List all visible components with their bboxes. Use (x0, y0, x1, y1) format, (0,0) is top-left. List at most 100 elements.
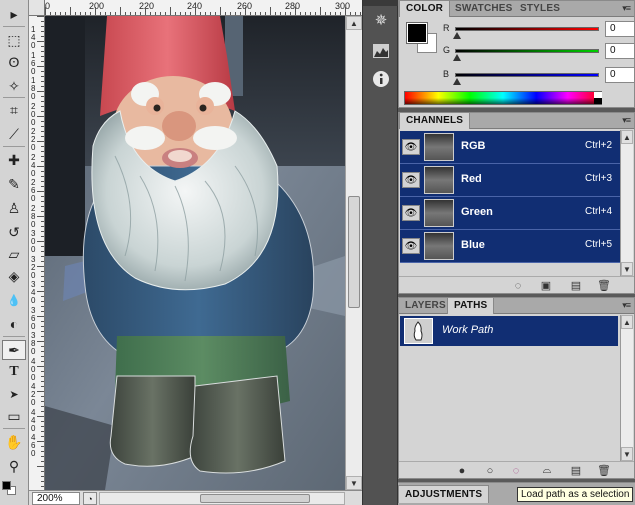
tab-styles[interactable]: STYLES (514, 1, 566, 17)
ruler-tick (65, 12, 66, 15)
blue-value-field[interactable]: 0 (605, 67, 635, 83)
load-path-as-selection-icon[interactable]: ◌ (509, 464, 523, 477)
ruler-tick (37, 141, 44, 142)
scroll-down-arrow-icon[interactable]: ▼ (621, 447, 633, 461)
tab-channels[interactable]: CHANNELS (399, 113, 471, 129)
scroll-up-arrow-icon[interactable]: ▲ (346, 16, 362, 30)
panel-menu-icon[interactable]: ▾≡ (622, 3, 631, 14)
scroll-down-arrow-icon[interactable]: ▼ (346, 476, 362, 490)
vertical-scroll-thumb[interactable] (348, 196, 360, 308)
path-row-work-path[interactable]: Work Path (400, 316, 618, 346)
ruler-tick (37, 466, 44, 467)
pen-tool[interactable]: ✒ (2, 340, 26, 360)
red-value-field[interactable]: 0 (605, 21, 635, 37)
scroll-down-arrow-icon[interactable]: ▼ (621, 262, 633, 276)
stroke-path-icon[interactable]: ○ (483, 464, 497, 477)
vertical-ruler[interactable]: 1401601802002202402602803003203403603804… (29, 16, 45, 490)
brush-tool[interactable]: ✎ (2, 174, 26, 194)
tab-color[interactable]: COLOR (399, 1, 451, 17)
channel-row-red[interactable]: 👁 Red Ctrl+3 (400, 164, 620, 197)
navigator-icon[interactable]: ✵ (370, 9, 392, 31)
ruler-tick (41, 146, 44, 147)
shape-tool[interactable]: ▭ (2, 406, 26, 426)
marquee-tool[interactable]: ⬚ (2, 30, 26, 50)
new-channel-icon[interactable]: ▤ (569, 279, 583, 292)
color-spectrum-ramp[interactable] (404, 91, 602, 105)
ruler-origin[interactable] (29, 0, 45, 16)
ruler-tick (41, 261, 44, 262)
blue-knob-icon[interactable] (453, 78, 461, 85)
paths-scrollbar[interactable]: ▲ ▼ (620, 315, 633, 461)
save-selection-channel-icon[interactable]: ▣ (539, 279, 553, 292)
scroll-up-arrow-icon[interactable]: ▲ (621, 130, 633, 144)
load-channel-selection-icon[interactable]: ◌ (511, 279, 525, 292)
new-path-icon[interactable]: ▤ (569, 464, 583, 477)
black-white-picker[interactable] (594, 92, 602, 104)
delete-channel-icon[interactable]: 🗑 (597, 279, 611, 292)
crop-tool[interactable]: ⌗ (2, 100, 26, 120)
horizontal-ruler[interactable]: 0200220240260280300320340 (45, 0, 362, 16)
make-work-path-icon[interactable]: ⌓ (537, 464, 557, 477)
ruler-tick (235, 12, 236, 15)
blue-slider[interactable]: B 0 (443, 67, 635, 89)
vertical-scrollbar[interactable]: ▲ ▼ (345, 16, 362, 490)
eyedropper-tool[interactable]: ⟋ (2, 124, 26, 144)
paint-bucket-tool[interactable]: ◈ (2, 266, 26, 286)
ruler-tick (41, 296, 44, 297)
delete-path-icon[interactable]: 🗑 (597, 464, 611, 477)
channel-row-blue[interactable]: 👁 Blue Ctrl+5 (400, 230, 620, 263)
tab-swatches[interactable]: SWATCHES (449, 1, 519, 17)
channels-scrollbar[interactable]: ▲ ▼ (620, 130, 633, 276)
ruler-label: 0 (31, 296, 36, 305)
horizontal-scroll-thumb[interactable] (200, 494, 310, 503)
blue-track[interactable] (455, 73, 599, 77)
zoom-level-field[interactable]: 200% (32, 492, 80, 505)
ruler-tick (90, 12, 91, 15)
red-track[interactable] (455, 27, 599, 31)
status-menu-icon[interactable]: ◔ (83, 492, 97, 505)
green-track[interactable] (455, 49, 599, 53)
green-value-field[interactable]: 0 (605, 43, 635, 59)
scroll-up-arrow-icon[interactable]: ▲ (621, 315, 633, 329)
red-knob-icon[interactable] (453, 32, 461, 39)
green-slider[interactable]: G 0 (443, 43, 635, 65)
horizontal-scrollbar[interactable] (99, 492, 345, 505)
panel-menu-icon[interactable]: ▾≡ (622, 115, 631, 126)
path-selection-tool[interactable]: ➤ (2, 384, 26, 404)
eye-icon[interactable]: 👁 (402, 139, 420, 155)
clone-stamp-tool[interactable]: ♙ (2, 198, 26, 218)
magic-wand-tool[interactable]: ✧ (2, 76, 26, 96)
zoom-tool[interactable]: ⚲ (2, 456, 26, 476)
type-tool[interactable]: T (2, 362, 26, 382)
ruler-label: 0 (31, 449, 36, 458)
histogram-icon[interactable] (370, 40, 392, 62)
tab-adjustments[interactable]: ADJUSTMENTS (398, 485, 490, 503)
tab-layers[interactable]: LAYERS (399, 298, 452, 314)
image-canvas[interactable] (45, 16, 345, 490)
eraser-tool[interactable]: ▱ (2, 244, 26, 264)
eye-icon[interactable]: 👁 (402, 205, 420, 221)
ruler-tick (95, 7, 96, 15)
eye-icon[interactable]: 👁 (402, 172, 420, 188)
channel-row-rgb[interactable]: 👁 RGB Ctrl+2 (400, 131, 620, 164)
lasso-tool[interactable]: ʘ (2, 52, 26, 72)
panel-menu-icon[interactable]: ▾≡ (622, 300, 631, 311)
foreground-color-box[interactable] (406, 22, 428, 44)
fill-path-icon[interactable]: ● (455, 464, 469, 477)
marquee-tool-icon: ⬚ (7, 31, 21, 48)
green-knob-icon[interactable] (453, 54, 461, 61)
hand-tool[interactable]: ✋ (2, 432, 26, 452)
ruler-tick (41, 321, 44, 322)
blur-tool[interactable]: 💧 (2, 290, 26, 310)
history-brush-tool[interactable]: ↺ (2, 222, 26, 242)
dodge-tool[interactable]: ◐ (2, 314, 26, 334)
eye-icon[interactable]: 👁 (402, 238, 420, 254)
tab-paths[interactable]: PATHS (447, 298, 495, 314)
info-icon[interactable] (370, 68, 392, 90)
foreground-color-swatch[interactable] (2, 481, 11, 490)
healing-brush-tool[interactable]: ✚ (2, 150, 26, 170)
channel-name: RGB (461, 140, 486, 152)
red-slider[interactable]: R 0 (443, 21, 635, 43)
channel-row-green[interactable]: 👁 Green Ctrl+4 (400, 197, 620, 230)
move-tool[interactable]: ▸ (2, 4, 26, 24)
